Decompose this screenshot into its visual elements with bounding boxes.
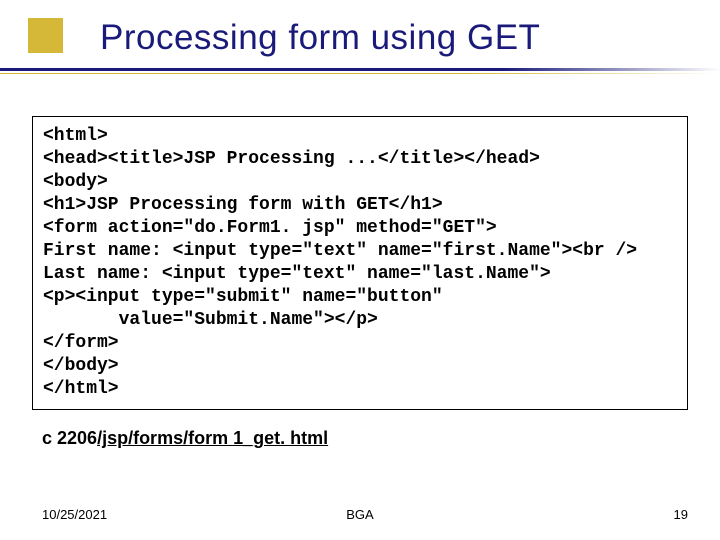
file-path: c 2206/jsp/forms/form 1_get. html <box>42 428 720 449</box>
footer-page-number: 19 <box>674 507 688 522</box>
title-underline-primary <box>0 68 720 71</box>
title-underline-secondary <box>0 73 720 74</box>
file-path-prefix: c 2206 <box>42 428 97 448</box>
slide-header: Processing form using GET <box>0 0 720 68</box>
slide-title: Processing form using GET <box>100 18 720 58</box>
footer-date: 10/25/2021 <box>42 507 107 522</box>
accent-square <box>28 18 63 53</box>
file-path-link: /jsp/forms/form 1_get. html <box>97 428 328 448</box>
code-box: <html> <head><title>JSP Processing ...</… <box>32 116 688 410</box>
footer-center: BGA <box>346 507 373 522</box>
